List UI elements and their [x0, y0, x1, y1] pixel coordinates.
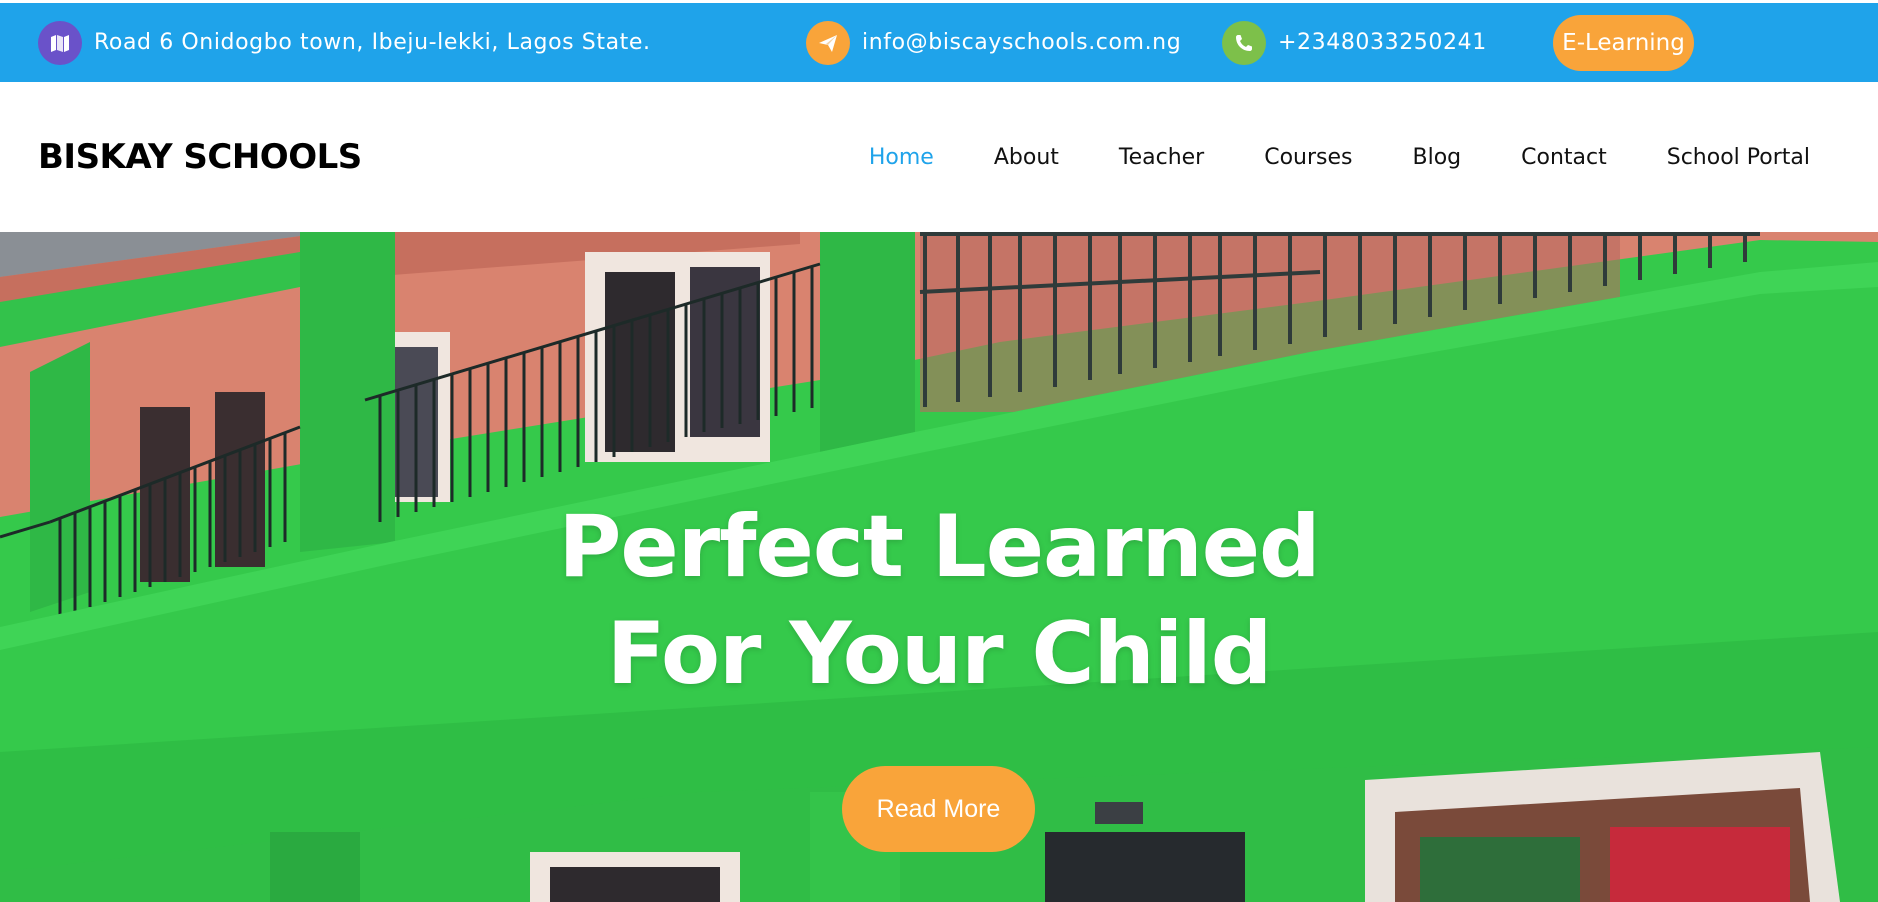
nav-contact[interactable]: Contact	[1521, 145, 1607, 170]
nav-about[interactable]: About	[994, 145, 1059, 170]
phone-icon	[1222, 20, 1266, 65]
hero-section: Perfect Learned For Your Child Read More	[0, 232, 1878, 902]
hero-title-line-2: For Your Child	[606, 604, 1273, 704]
hero-title: Perfect Learned For Your Child	[0, 494, 1878, 708]
nav-teacher[interactable]: Teacher	[1119, 145, 1204, 170]
top-info-bar: Road 6 Onidogbo town, Ibeju-lekki, Lagos…	[0, 0, 1878, 82]
phone-number[interactable]: +2348033250241	[1278, 30, 1487, 55]
paper-plane-icon	[806, 20, 850, 65]
address-text: Road 6 Onidogbo town, Ibeju-lekki, Lagos…	[94, 30, 651, 55]
email-link[interactable]: info@biscayschools.com.ng	[862, 30, 1181, 55]
email-info[interactable]: info@biscayschools.com.ng	[806, 3, 1181, 82]
e-learning-button[interactable]: E-Learning	[1553, 15, 1694, 71]
map-icon	[38, 20, 82, 65]
main-nav: Home About Teacher Courses Blog Contact …	[809, 82, 1810, 232]
nav-home[interactable]: Home	[869, 145, 934, 170]
phone-info[interactable]: +2348033250241	[1222, 3, 1487, 82]
address-info: Road 6 Onidogbo town, Ibeju-lekki, Lagos…	[38, 3, 651, 82]
site-logo[interactable]: BISKAY SCHOOLS	[38, 82, 362, 232]
nav-school-portal[interactable]: School Portal	[1667, 145, 1810, 170]
hero-title-line-1: Perfect Learned	[558, 497, 1320, 597]
read-more-button[interactable]: Read More	[842, 766, 1035, 852]
nav-blog[interactable]: Blog	[1413, 145, 1462, 170]
nav-courses[interactable]: Courses	[1264, 145, 1352, 170]
site-header: BISKAY SCHOOLS Home About Teacher Course…	[0, 82, 1878, 232]
